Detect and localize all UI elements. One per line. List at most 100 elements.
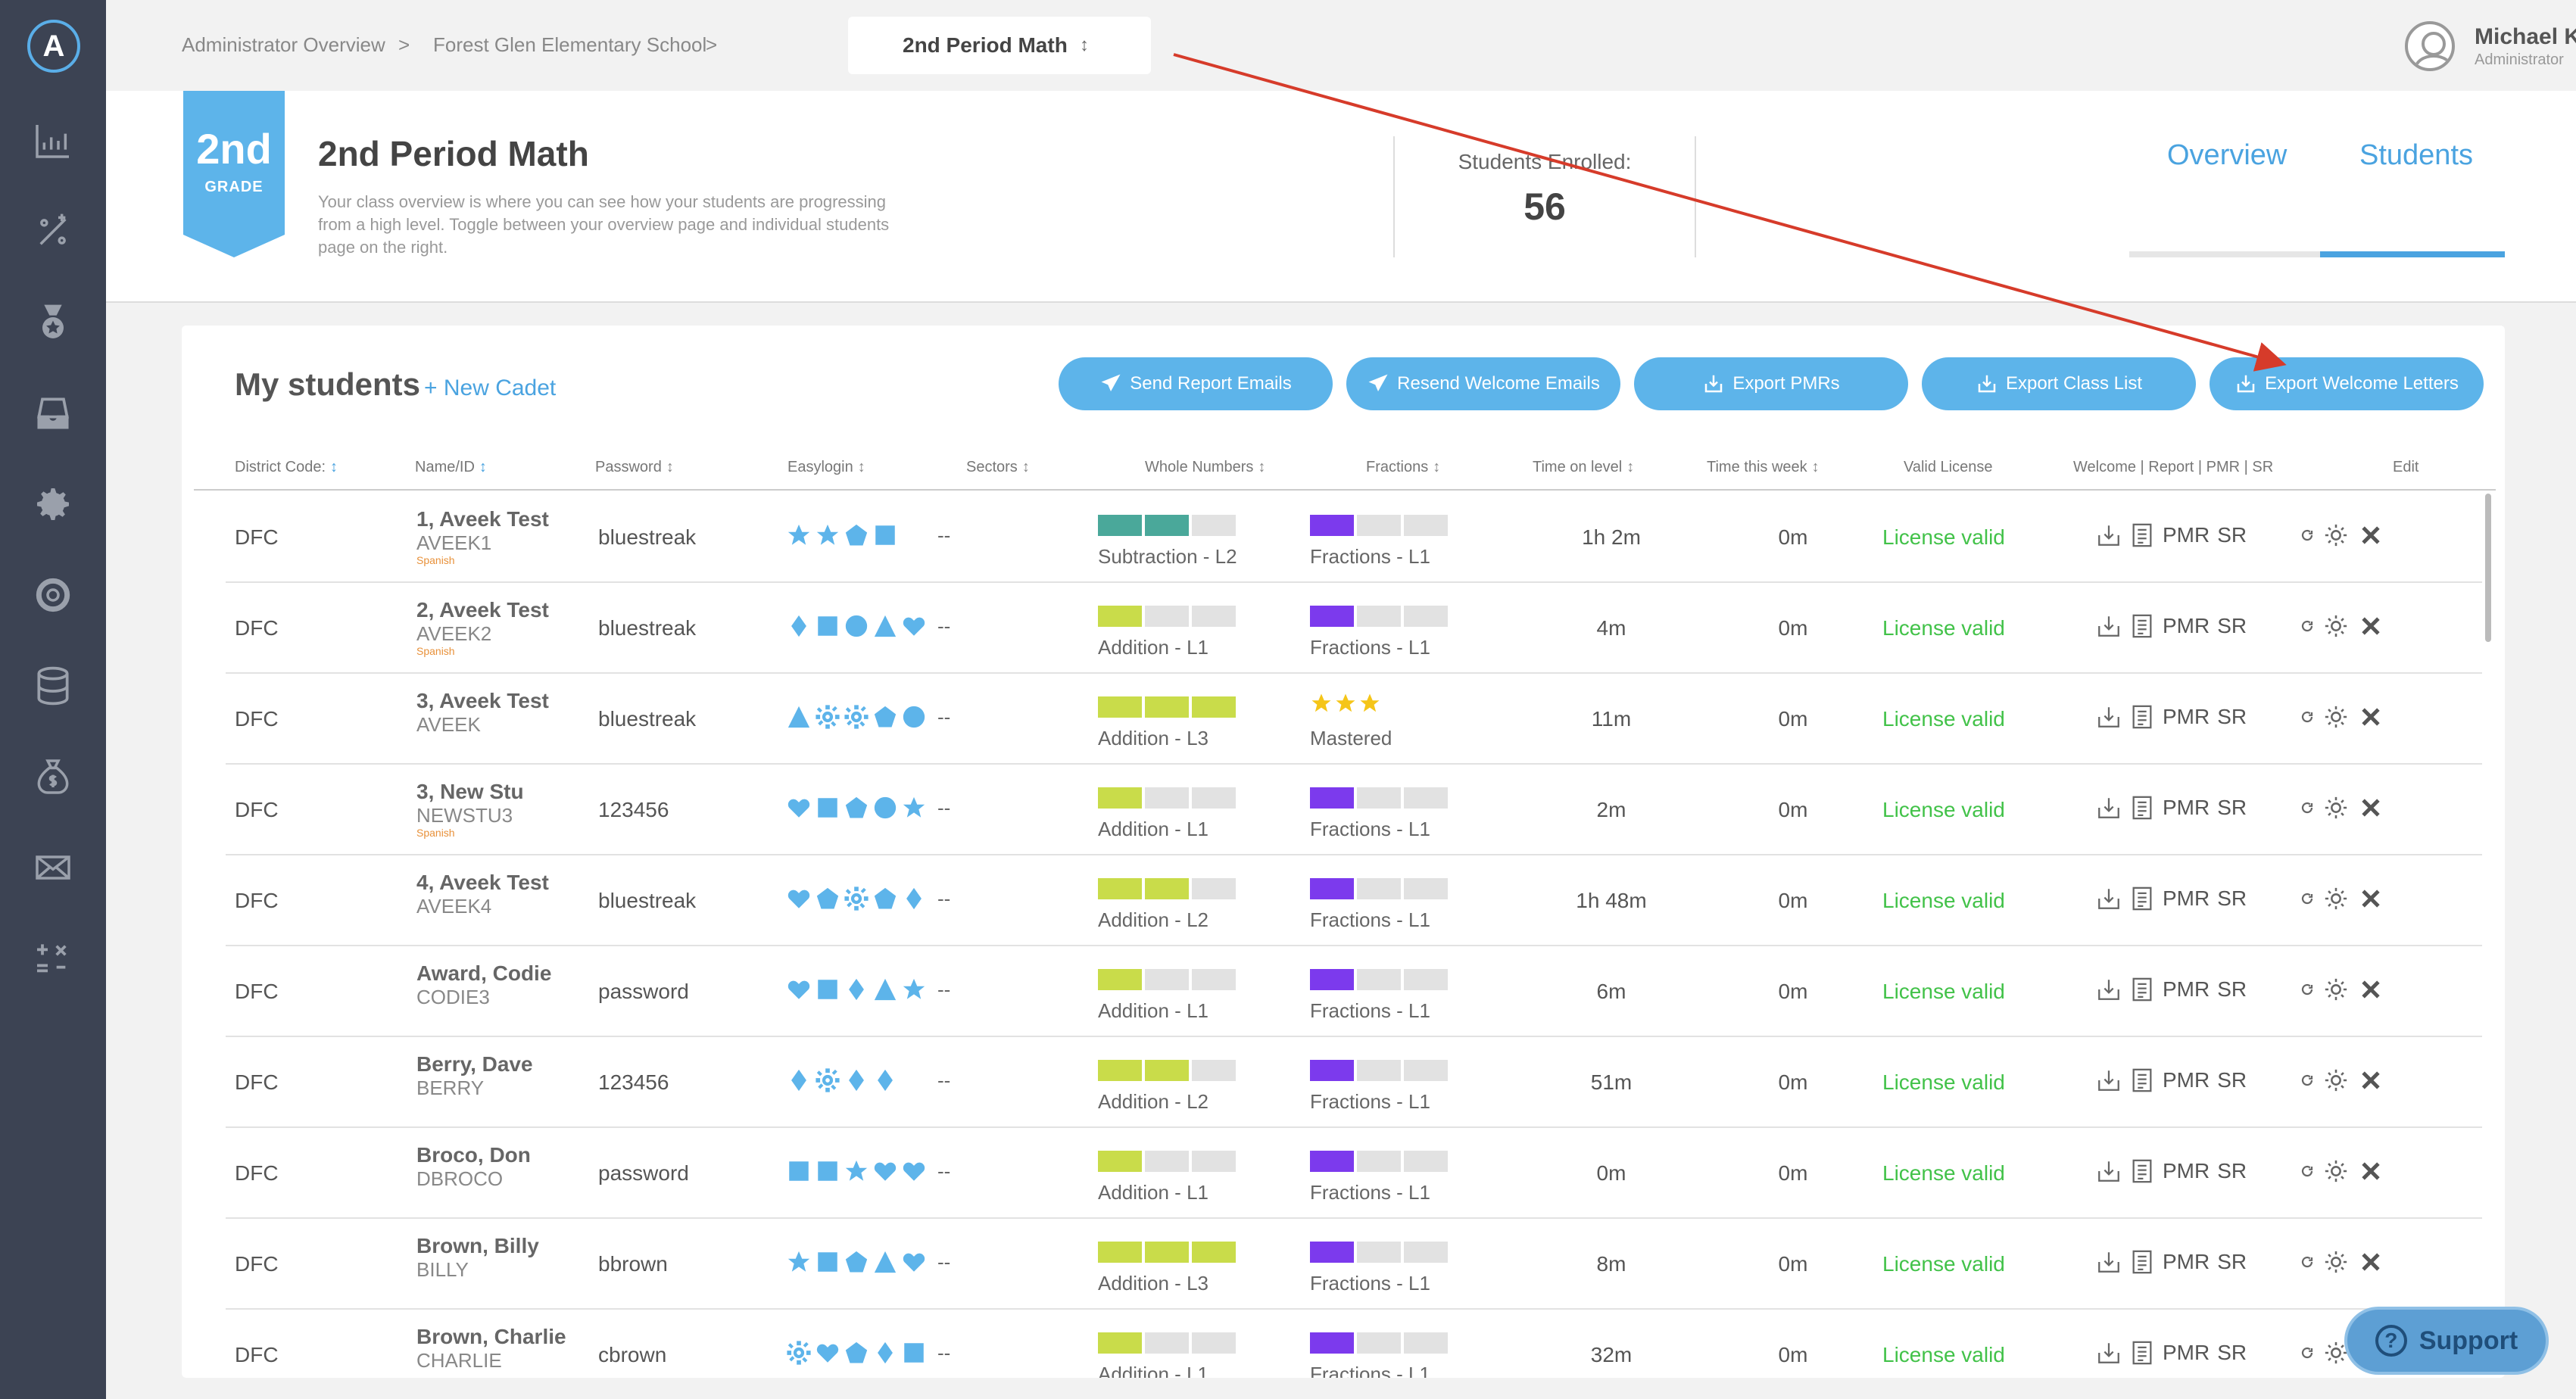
breadcrumb-current-class[interactable]: 2nd Period Math ↕ [848,17,1151,74]
student-name[interactable]: Brown, Billy [416,1234,539,1258]
edit-gear-icon[interactable] [2323,704,2349,730]
column-header-whole-numbers[interactable]: Whole Numbers ↕ [1145,459,1265,476]
delete-x-icon[interactable] [2358,613,2384,639]
delete-x-icon[interactable] [2358,1249,2384,1275]
student-name[interactable]: 1, Aveek Test [416,507,549,531]
student-name[interactable]: 2, Aveek Test [416,598,549,622]
welcome-download-icon[interactable] [2096,1067,2122,1093]
report-document-icon[interactable] [2129,522,2155,548]
refresh-icon[interactable] [2300,528,2314,542]
sr-link[interactable]: SR [2217,1068,2247,1092]
pmr-link[interactable]: PMR [2163,1068,2210,1092]
sr-link[interactable]: SR [2217,614,2247,638]
sr-link[interactable]: SR [2217,1341,2247,1365]
column-header-fractions[interactable]: Fractions ↕ [1366,459,1440,476]
support-button[interactable]: ? Support [2344,1307,2549,1375]
welcome-download-icon[interactable] [2096,1249,2122,1275]
table-row[interactable]: DFC 1, Aveek Test AVEEK1 Spanish bluestr… [226,492,2482,583]
sr-link[interactable]: SR [2217,1159,2247,1183]
column-header-sectors[interactable]: Sectors ↕ [966,459,1030,476]
send-report-emails-button[interactable]: Send Report Emails [1059,357,1333,410]
inbox-tray-icon[interactable] [30,391,76,436]
report-document-icon[interactable] [2129,1340,2155,1366]
pmr-link[interactable]: PMR [2163,705,2210,729]
table-row[interactable]: DFC Broco, Don DBROCO password -- Additi… [226,1128,2482,1219]
column-header-password[interactable]: Password ↕ [595,459,674,476]
student-name[interactable]: Award, Codie [416,961,551,986]
delete-x-icon[interactable] [2358,1158,2384,1184]
report-document-icon[interactable] [2129,1249,2155,1275]
database-icon[interactable] [30,663,76,709]
refresh-icon[interactable] [2300,1164,2314,1178]
column-header-time-on-level[interactable]: Time on level ↕ [1533,459,1634,476]
table-row[interactable]: DFC 2, Aveek Test AVEEK2 Spanish bluestr… [226,583,2482,674]
app-logo-icon[interactable]: A [27,20,80,73]
student-name[interactable]: Broco, Don [416,1143,531,1167]
table-row[interactable]: DFC 3, New Stu NEWSTU3 Spanish 123456 --… [226,765,2482,855]
edit-gear-icon[interactable] [2323,522,2349,548]
sr-link[interactable]: SR [2217,796,2247,820]
refresh-icon[interactable] [2300,801,2314,815]
student-name[interactable]: Brown, Charlie [416,1325,566,1349]
delete-x-icon[interactable] [2358,704,2384,730]
table-row[interactable]: DFC Award, Codie CODIE3 password -- Addi… [226,946,2482,1037]
welcome-download-icon[interactable] [2096,704,2122,730]
report-document-icon[interactable] [2129,886,2155,911]
table-scrollbar[interactable] [2485,494,2491,642]
mail-envelope-icon[interactable] [30,845,76,890]
delete-x-icon[interactable] [2358,886,2384,911]
sr-link[interactable]: SR [2217,523,2247,547]
resend-welcome-emails-button[interactable]: Resend Welcome Emails [1346,357,1620,410]
tab-overview[interactable]: Overview [2167,139,2287,172]
table-row[interactable]: DFC Brown, Billy BILLY bbrown -- Additio… [226,1219,2482,1310]
user-avatar-icon[interactable] [2405,21,2455,71]
delete-x-icon[interactable] [2358,1067,2384,1093]
welcome-download-icon[interactable] [2096,1158,2122,1184]
pmr-link[interactable]: PMR [2163,1159,2210,1183]
student-name[interactable]: 3, New Stu [416,780,524,804]
report-document-icon[interactable] [2129,1158,2155,1184]
table-row[interactable]: DFC Brown, Charlie CHARLIE cbrown -- Add… [226,1310,2482,1378]
pmr-link[interactable]: PMR [2163,1250,2210,1274]
delete-x-icon[interactable] [2358,977,2384,1002]
column-header-name[interactable]: Name/ID ↕ [415,459,487,476]
column-header-easylogin[interactable]: Easylogin ↕ [787,459,865,476]
refresh-icon[interactable] [2300,1255,2314,1269]
edit-gear-icon[interactable] [2323,795,2349,821]
export-welcome-letters-button[interactable]: Export Welcome Letters [2210,357,2484,410]
table-row[interactable]: DFC 3, Aveek Test AVEEK bluestreak -- Ad… [226,674,2482,765]
welcome-download-icon[interactable] [2096,613,2122,639]
refresh-icon[interactable] [2300,710,2314,724]
welcome-download-icon[interactable] [2096,795,2122,821]
welcome-download-icon[interactable] [2096,886,2122,911]
report-document-icon[interactable] [2129,977,2155,1002]
sr-link[interactable]: SR [2217,705,2247,729]
edit-gear-icon[interactable] [2323,1067,2349,1093]
math-operations-icon[interactable] [30,209,76,254]
edit-gear-icon[interactable] [2323,1249,2349,1275]
export-class-list-button[interactable]: Export Class List [1922,357,2196,410]
medal-icon[interactable] [30,300,76,345]
edit-gear-icon[interactable] [2323,613,2349,639]
student-name[interactable]: 3, Aveek Test [416,689,549,713]
table-row[interactable]: DFC 4, Aveek Test AVEEK4 bluestreak -- A… [226,855,2482,946]
student-name[interactable]: Berry, Dave [416,1052,533,1077]
reports-chart-icon[interactable] [30,118,76,164]
report-document-icon[interactable] [2129,1067,2155,1093]
pmr-link[interactable]: PMR [2163,886,2210,911]
new-cadet-link[interactable]: + New Cadet [424,375,556,401]
pmr-link[interactable]: PMR [2163,977,2210,1002]
welcome-download-icon[interactable] [2096,977,2122,1002]
refresh-icon[interactable] [2300,619,2314,633]
refresh-icon[interactable] [2300,1346,2314,1360]
pmr-link[interactable]: PMR [2163,523,2210,547]
export-pmrs-button[interactable]: Export PMRs [1634,357,1908,410]
breadcrumb-item-admin-overview[interactable]: Administrator Overview [182,33,385,57]
delete-x-icon[interactable] [2358,795,2384,821]
refresh-icon[interactable] [2300,1073,2314,1087]
table-row[interactable]: DFC Berry, Dave BERRY 123456 -- Addition… [226,1037,2482,1128]
report-document-icon[interactable] [2129,795,2155,821]
user-name[interactable]: Michael King [2475,24,2576,50]
sr-link[interactable]: SR [2217,1250,2247,1274]
edit-gear-icon[interactable] [2323,886,2349,911]
